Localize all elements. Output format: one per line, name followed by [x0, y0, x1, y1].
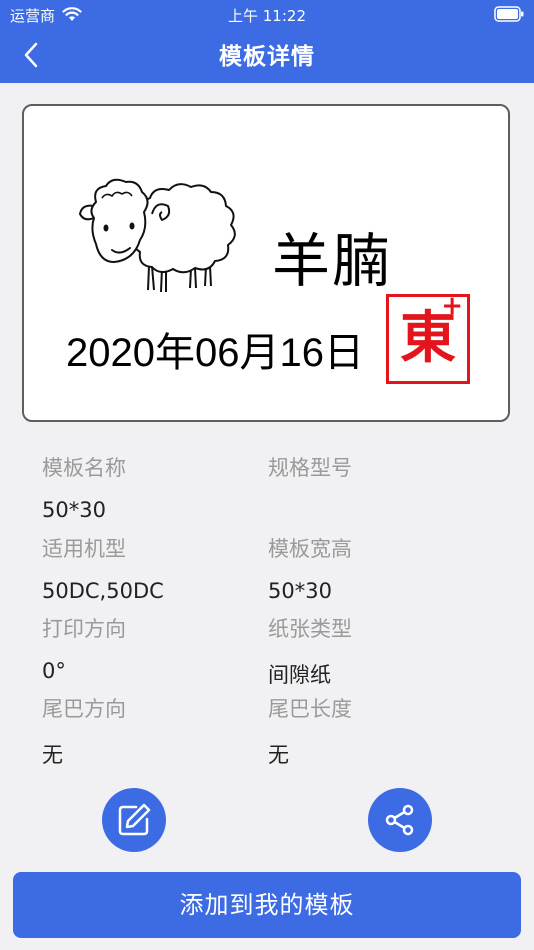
- field-template-size: 模板宽高 50*30: [268, 533, 352, 603]
- share-icon: [385, 804, 414, 836]
- battery-icon: [494, 6, 524, 22]
- field-value: 50*30: [268, 579, 332, 603]
- edit-icon: [118, 803, 151, 836]
- field-label: 适用机型: [42, 537, 126, 561]
- field-label: 规格型号: [268, 456, 352, 480]
- field-label: 纸张类型: [268, 617, 352, 641]
- field-template-name: 模板名称 50*30: [42, 452, 126, 522]
- label-date: 2020年06月16日: [66, 331, 364, 375]
- field-label: 模板名称: [42, 456, 126, 480]
- brand-stamp: 東 +: [386, 291, 470, 384]
- field-applicable-model: 适用机型 50DC,50DC: [42, 533, 164, 603]
- field-value: 50DC,50DC: [42, 579, 164, 603]
- field-value: 50*30: [42, 498, 106, 522]
- status-bar: 运营商 上午 11:22: [0, 0, 534, 30]
- sheep-illustration: [79, 178, 236, 293]
- label-preview: 羊腩 2020年06月16日 東 +: [22, 104, 510, 422]
- field-value: 无: [42, 743, 63, 767]
- edit-template-button[interactable]: [102, 788, 166, 852]
- field-label: 模板宽高: [268, 537, 352, 561]
- page-title: 模板详情: [219, 44, 315, 70]
- field-spec-model: 规格型号: [268, 452, 352, 498]
- field-value: 间隙纸: [268, 663, 331, 687]
- share-button[interactable]: [368, 788, 432, 852]
- field-tail-direction: 尾巴方向 无: [42, 693, 126, 769]
- field-paper-type: 纸张类型 间隙纸: [268, 613, 352, 689]
- field-value: 0°: [42, 659, 66, 683]
- label-product-name: 羊腩: [272, 227, 393, 295]
- field-print-direction: 打印方向 0°: [42, 613, 126, 683]
- field-label: 尾巴方向: [42, 697, 126, 721]
- clock: 上午 11:22: [228, 7, 306, 25]
- field-tail-length: 尾巴长度 无: [268, 693, 352, 769]
- field-value: 无: [268, 743, 289, 767]
- add-to-my-templates-button[interactable]: 添加到我的模板: [13, 872, 521, 938]
- app-header: 运营商 上午 11:22 模板详情: [0, 0, 534, 83]
- field-label: 打印方向: [42, 617, 126, 641]
- field-label: 尾巴长度: [268, 697, 352, 721]
